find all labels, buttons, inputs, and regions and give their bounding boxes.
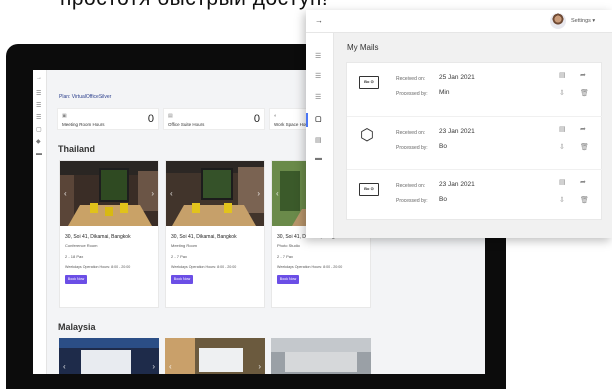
processed-label: Processed by:	[396, 91, 428, 97]
sidebar: ☰ ☰ ☰ ▢ ▤ ▬	[306, 33, 334, 238]
room-type: Meeting Room	[171, 243, 198, 248]
processed-label: Processed by:	[396, 145, 428, 151]
envelope-icon: Bo ⊙	[359, 183, 379, 196]
list-icon[interactable]: ☰	[315, 94, 321, 101]
room-address: 30, Soi 41, Dikamai, Bangkok	[171, 234, 237, 240]
prev-arrow-icon[interactable]: ‹	[63, 362, 66, 371]
settings-menu[interactable]: Settings ▾	[571, 18, 595, 24]
room-card[interactable]: ‹ › 30, Soi 41, Dikamai, Bangkok Meeting…	[165, 160, 265, 308]
building-icon: ▤	[168, 113, 173, 119]
stat-label: Office Suite Hours	[168, 122, 205, 127]
book-now-button[interactable]: Book Now	[65, 275, 87, 284]
room-capacity: 2 - 7 Pax	[277, 254, 294, 259]
forward-icon[interactable]: ➦	[580, 179, 586, 186]
mail-icon[interactable]: ▢	[36, 127, 43, 133]
mail-panel: → Settings ▾ ☰ ☰ ☰ ▢ ▤ ▬ My Mails Bo ⊙ R…	[306, 10, 612, 238]
room-type: Conference Room	[65, 243, 98, 248]
headline: простотя быстрый доступ!	[60, 0, 328, 11]
card-icon[interactable]: ▬	[36, 151, 43, 157]
room-hours: Weekdays Operation Hours: 8:00 - 20:00	[65, 265, 131, 269]
download-icon[interactable]: ⇩	[559, 197, 565, 204]
received-date: 23 Jan 2021	[439, 128, 475, 135]
calendar-icon: ▣	[62, 113, 67, 119]
room-address: 30, Soi 41, Dikamai, Bangkok	[65, 234, 131, 240]
book-now-button[interactable]: Book Now	[171, 275, 193, 284]
book-now-button[interactable]: Book Now	[277, 275, 299, 284]
room-hours: Weekdays Operation Hours: 8:00 - 20:00	[171, 265, 237, 269]
prev-arrow-icon[interactable]: ‹	[276, 189, 279, 198]
list-icon[interactable]: ☰	[36, 115, 43, 121]
forward-icon[interactable]: ➦	[580, 126, 586, 133]
trash-icon[interactable]: 🗑	[580, 90, 589, 97]
list-icon[interactable]: ☰	[36, 103, 43, 109]
received-label: Received on:	[396, 130, 426, 136]
package-icon: ⬡	[360, 127, 374, 144]
prev-arrow-icon[interactable]: ‹	[64, 189, 67, 198]
settings-label: Settings	[571, 18, 591, 24]
page-title: My Mails	[347, 43, 379, 52]
envelope-icon: Bo ⊙	[359, 76, 379, 89]
prev-arrow-icon[interactable]: ‹	[170, 189, 173, 198]
room-card[interactable]: ‹ › 30, Soi 41, Dikamai, Bangkok Confere…	[59, 160, 159, 308]
trash-icon[interactable]: 🗑	[580, 144, 589, 151]
country-heading: Malaysia	[58, 322, 96, 332]
collapse-arrow-icon[interactable]: →	[315, 16, 323, 25]
mail-item[interactable]: Bo ⊙ Received on: 25 Jan 2021 Processed …	[347, 63, 603, 116]
room-photo	[271, 338, 371, 374]
mail-list: Bo ⊙ Received on: 25 Jan 2021 Processed …	[346, 62, 603, 222]
scan-document-icon[interactable]: ▤	[559, 179, 566, 186]
avatar[interactable]	[550, 13, 566, 29]
menu-icon[interactable]: ☰	[36, 91, 43, 97]
country-heading: Thailand	[58, 144, 96, 154]
trash-icon[interactable]: 🗑	[580, 197, 589, 204]
received-label: Received on:	[396, 183, 426, 189]
room-photo: ‹ ›	[165, 338, 265, 374]
next-arrow-icon[interactable]: ›	[257, 189, 260, 198]
active-indicator	[306, 113, 308, 127]
card-icon[interactable]: ▬	[315, 155, 322, 162]
document-icon[interactable]: ▤	[315, 137, 322, 144]
stat-value: 0	[147, 113, 154, 125]
next-arrow-icon[interactable]: ›	[258, 362, 261, 371]
menu-icon[interactable]: ☰	[315, 53, 321, 60]
stat-card: ▤ Office Suite Hours 0	[163, 108, 265, 130]
room-capacity: 2 - 7 Pax	[171, 254, 188, 259]
marketing-image: простотя быстрый доступ! → ☰ ☰ ☰ ▢ ◆ ▬ P…	[0, 0, 612, 389]
download-icon[interactable]: ⇩	[559, 90, 565, 97]
list-icon[interactable]: ☰	[315, 73, 321, 80]
location-icon[interactable]: ◆	[36, 139, 43, 145]
mail-item[interactable]: Bo ⊙ Received on: 23 Jan 2021 Processed …	[347, 169, 603, 222]
processed-by: Bo	[439, 196, 447, 203]
top-bar: → Settings ▾	[306, 10, 612, 33]
received-label: Received on:	[396, 76, 426, 82]
processed-label: Processed by:	[396, 198, 428, 204]
workspace-icon: ◐	[274, 113, 278, 119]
received-date: 25 Jan 2021	[439, 74, 475, 81]
received-date: 23 Jan 2021	[439, 181, 475, 188]
room-capacity: 2 - 18 Pax	[65, 254, 84, 259]
room-type: Photo Studio	[277, 243, 300, 248]
processed-by: Bo	[439, 143, 447, 150]
stat-label: Meeting Room Hours	[62, 122, 105, 127]
next-arrow-icon[interactable]: ›	[151, 189, 154, 198]
download-icon[interactable]: ⇩	[559, 144, 565, 151]
room-photo	[60, 161, 158, 226]
scan-document-icon[interactable]: ▤	[559, 72, 566, 79]
chevron-down-icon: ▾	[592, 18, 596, 24]
room-hours: Weekdays Operation Hours: 8:00 - 20:00	[277, 265, 343, 269]
prev-arrow-icon[interactable]: ‹	[169, 362, 172, 371]
processed-by: Min	[439, 89, 450, 96]
mail-icon[interactable]: ▢	[315, 116, 322, 123]
next-arrow-icon[interactable]: ›	[152, 362, 155, 371]
collapse-arrow-icon[interactable]: →	[36, 75, 43, 81]
forward-icon[interactable]: ➦	[580, 72, 586, 79]
room-photo	[166, 161, 264, 226]
mail-item[interactable]: ⬡ Received on: 23 Jan 2021 Processed by:…	[347, 116, 603, 169]
room-photo: ‹ ›	[59, 338, 159, 374]
sidebar: → ☰ ☰ ☰ ▢ ◆ ▬	[33, 70, 47, 374]
stat-card: ▣ Meeting Room Hours 0	[57, 108, 159, 130]
scan-document-icon[interactable]: ▤	[559, 126, 566, 133]
stat-value: 0	[253, 113, 260, 125]
plan-label: Plan: VirtualOfficeSilver	[59, 94, 112, 100]
